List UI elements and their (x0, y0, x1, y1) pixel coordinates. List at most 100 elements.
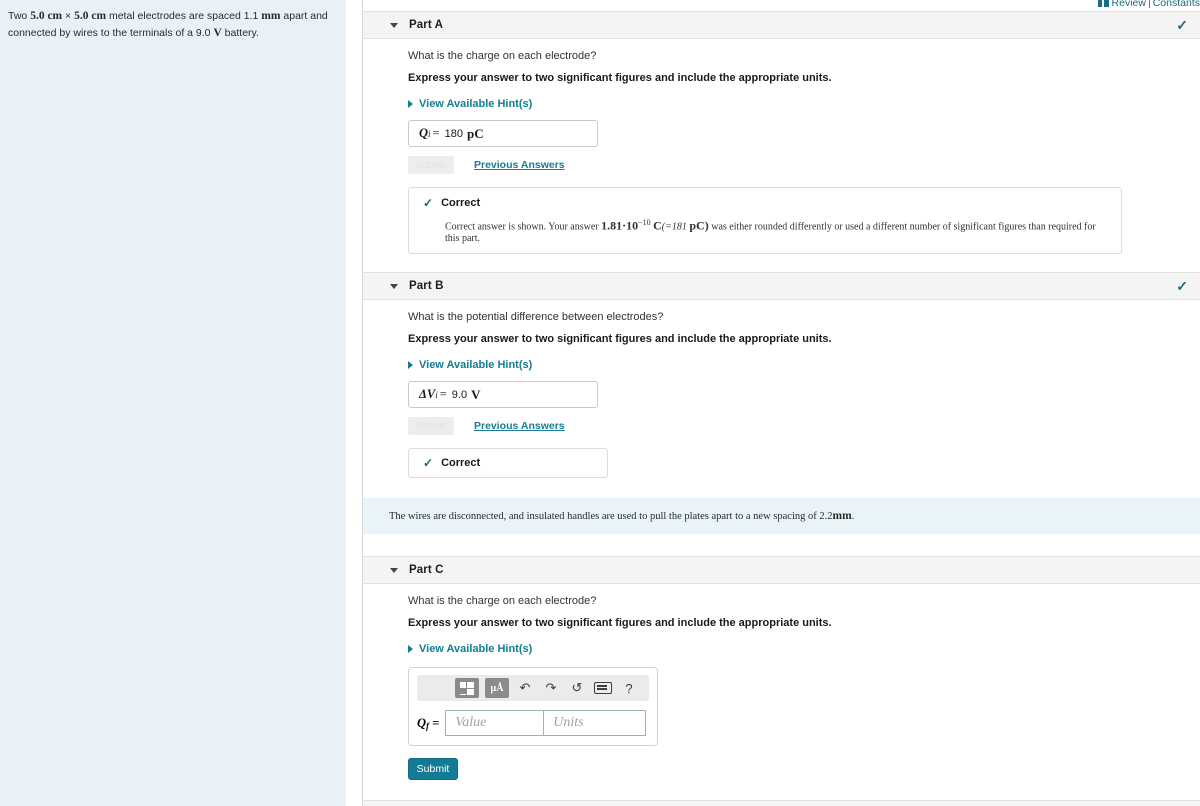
triangle-right-icon (408, 100, 413, 108)
constants-link[interactable]: Constants (1153, 0, 1200, 9)
panel-divider (346, 0, 363, 806)
triangle-right-icon (408, 645, 413, 654)
reset-icon[interactable]: ↺ (567, 678, 587, 698)
part-a-answer-field[interactable]: Qi = 180 pC (408, 120, 598, 147)
part-a-feedback-box: ✓ Correct Correct answer is shown. Your … (408, 187, 1122, 255)
part-a-previous-answers-link[interactable]: Previous Answers (474, 159, 565, 171)
part-c-label-equals: = (432, 715, 440, 730)
spacer-c-d (363, 780, 1200, 800)
top-utility-bar: Review | Constants (363, 0, 1200, 11)
part-b-submit-button: Submit (408, 417, 454, 436)
part-c-title: Part C (409, 564, 444, 577)
part-a-title: Part A (409, 19, 444, 31)
triangle-right-icon (408, 361, 413, 370)
part-c-body: What is the charge on each electrode? Ex… (363, 584, 1200, 781)
part-c-label-symbol: Q (417, 715, 427, 730)
part-b-answer-equals: = (439, 387, 447, 402)
part-b-feedback-status: Correct (441, 457, 481, 470)
template-icon[interactable] (455, 678, 479, 699)
interstitial-statement: The wires are disconnected, and insulate… (363, 498, 1200, 535)
part-a-answer-unit: pC (466, 125, 484, 141)
review-link[interactable]: Review (1112, 0, 1146, 9)
interstitial-unit: mm (832, 510, 852, 523)
assignment-content-column: Review | Constants Part A ✓ What is the ch… (363, 0, 1200, 806)
redo-icon[interactable]: ↷ (541, 678, 561, 698)
caret-down-icon[interactable] (390, 22, 398, 28)
part-b-feedback-box: ✓ Correct (408, 448, 608, 479)
feedback-exponent: −10 (638, 218, 651, 227)
check-icon: ✓ (423, 456, 434, 471)
problem-text-seg-4: metal electrodes are spaced 1.1 (106, 10, 262, 22)
caret-down-icon[interactable] (390, 283, 398, 289)
review-constants-links: Review | Constants (1097, 0, 1200, 9)
part-a-body: What is the charge on each electrode? Ex… (363, 39, 1200, 255)
problem-text-seg-8: battery. (221, 26, 259, 39)
part-c-header[interactable]: Part C (363, 556, 1200, 585)
check-icon: ✓ (423, 196, 434, 210)
part-d-header[interactable]: Part D (363, 800, 1200, 806)
problem-statement-text: Two 5.0 cm × 5.0 cm metal electrodes are… (8, 8, 336, 41)
caret-down-icon[interactable] (390, 567, 398, 573)
part-a-feedback-status: Correct (441, 197, 481, 209)
part-c-hint-label: View Available Hint(s) (419, 643, 533, 656)
link-separator: | (1147, 0, 1151, 9)
spacer-interstitial-c (363, 534, 1200, 556)
feedback-paren-unit: pC) (689, 218, 709, 233)
feedback-paren-value: (=181 (661, 221, 687, 233)
part-a-hint-link[interactable]: View Available Hint(s) (408, 98, 532, 110)
part-b-complete-check-icon: ✓ (1176, 278, 1188, 295)
undo-icon[interactable]: ↶ (515, 678, 535, 698)
part-a-feedback-title: ✓ Correct (423, 197, 1109, 209)
part-c-units-input[interactable]: Units (543, 710, 647, 737)
keyboard-icon[interactable] (593, 678, 613, 698)
interstitial-lead: The wires are disconnected, and insulate… (389, 510, 833, 522)
part-b-hint-link[interactable]: View Available Hint(s) (408, 359, 532, 371)
part-c-answer-label: Qf = (417, 716, 439, 731)
problem-text-seg-2: × (62, 10, 75, 22)
part-b-feedback-title: ✓ Correct (423, 457, 595, 469)
part-a-hint-label: View Available Hint(s) (419, 98, 533, 110)
part-a-question: What is the charge on each electrode? (408, 50, 597, 62)
part-c-hint-link[interactable]: View Available Hint(s) (408, 643, 532, 655)
part-a-submit-row: Submit Previous Answers (408, 156, 1200, 174)
part-a-header[interactable]: Part A ✓ (363, 11, 1200, 39)
part-c-instruction: Express your answer to two significant f… (408, 617, 832, 630)
part-a-feedback-body: Correct answer is shown. Your answer 1.8… (445, 218, 1109, 244)
part-b-previous-answers-link[interactable]: Previous Answers (474, 420, 565, 432)
part-b-instruction: Express your answer to two significant f… (408, 333, 832, 346)
part-c-label-subscript: f (426, 720, 430, 731)
part-c-answer-widget: μÅ ↶ ↷ ↺ ? Qf = Value Units (408, 667, 658, 747)
part-b-answer-subscript: i (435, 389, 438, 400)
spacer-a-b (363, 254, 1200, 272)
problem-dim-2: 5.0 cm (74, 10, 107, 22)
part-b-answer-field[interactable]: ΔV i = 9.0 V (408, 381, 598, 409)
feedback-unit: C (653, 218, 662, 233)
part-b-title: Part B (409, 280, 444, 293)
part-b-answer-symbol: ΔV (419, 387, 436, 402)
part-a-answer-equals: = (432, 126, 440, 140)
micro-angstrom-units-icon[interactable]: μÅ (485, 678, 509, 699)
feedback-lead: Correct answer is shown. Your answer (445, 221, 602, 233)
problem-dim-1: 5.0 cm (30, 10, 63, 22)
problem-unit-mm: mm (261, 10, 281, 22)
part-b-header[interactable]: Part B ✓ (363, 272, 1200, 301)
part-b-hint-label: View Available Hint(s) (419, 359, 533, 372)
book-icon (1097, 0, 1109, 7)
part-c-field-row: Qf = Value Units (417, 710, 649, 737)
part-a-complete-check-icon: ✓ (1176, 17, 1188, 33)
part-c-math-toolbar: μÅ ↶ ↷ ↺ ? (417, 675, 649, 702)
part-a-answer-symbol: Q (419, 126, 429, 140)
feedback-mantissa: 1.81·10 (601, 218, 639, 233)
part-b-answer-value: 9.0 (451, 388, 468, 401)
part-c-submit-button[interactable]: Submit (408, 758, 458, 781)
help-icon[interactable]: ? (619, 678, 639, 698)
problem-statement-panel: Two 5.0 cm × 5.0 cm metal electrodes are… (0, 0, 346, 806)
problem-unit-v: V (213, 26, 222, 39)
part-a-instruction: Express your answer to two significant f… (408, 72, 832, 84)
part-c-value-input[interactable]: Value (445, 710, 544, 737)
part-b-answer-unit: V (471, 386, 481, 402)
interstitial-tail: . (851, 510, 855, 522)
part-a-submit-button: Submit (408, 156, 454, 174)
part-c-question: What is the charge on each electrode? (408, 595, 597, 608)
part-b-question: What is the potential difference between… (408, 311, 664, 324)
